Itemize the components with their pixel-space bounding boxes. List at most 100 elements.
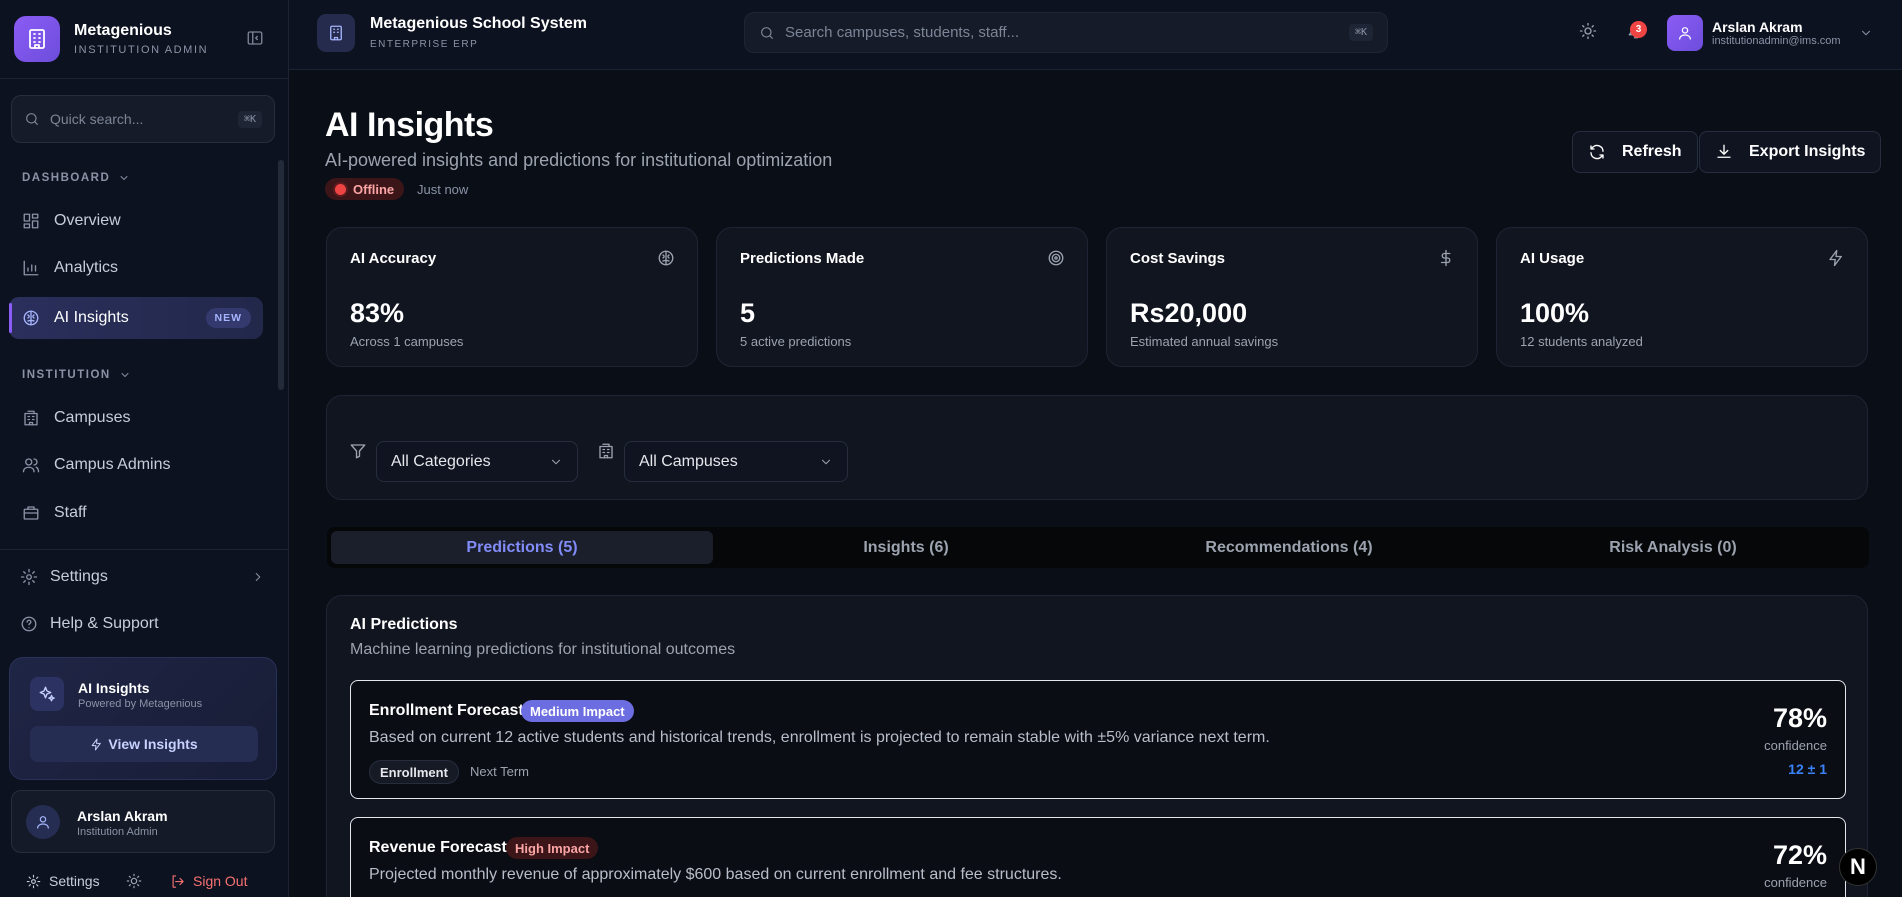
confidence-label: confidence — [1764, 738, 1827, 753]
impact-badge: Medium Impact — [521, 700, 634, 722]
ai-insights-promo-card: AI Insights Powered by Metagenious View … — [9, 657, 277, 780]
building-icon — [22, 409, 40, 427]
status-dot — [335, 183, 346, 195]
status-text: Offline — [353, 181, 395, 197]
sidebar-item-staff[interactable]: Staff — [9, 492, 263, 534]
chevron-down-icon[interactable] — [1859, 26, 1873, 40]
header-user-email: institutionadmin@ims.com — [1712, 35, 1841, 47]
status-timestamp: Just now — [417, 182, 469, 197]
section-dashboard[interactable]: DASHBOARD — [22, 172, 130, 184]
sidebar-settings-label: Settings — [50, 568, 108, 585]
gear-icon — [26, 874, 41, 889]
prediction-name: Enrollment Forecast — [369, 702, 524, 719]
search-icon — [759, 25, 775, 41]
sidebar-user-card[interactable]: Arslan Akram Institution Admin — [11, 790, 275, 853]
footer-settings-link[interactable]: Settings — [26, 873, 100, 889]
users-icon — [22, 456, 40, 474]
stat-title: Cost Savings — [1130, 250, 1226, 267]
view-insights-button[interactable]: View Insights — [30, 726, 258, 762]
section-institution-label: INSTITUTION — [22, 369, 111, 381]
avatar[interactable] — [1667, 15, 1703, 51]
sidebar-item-label: Staff — [54, 504, 87, 521]
status-badge: Offline — [325, 178, 405, 200]
chevron-down-icon — [819, 455, 833, 469]
search-icon — [24, 111, 40, 127]
sparkles-icon — [30, 677, 64, 711]
brain-icon — [657, 249, 675, 267]
dev-tools-button[interactable]: N — [1839, 848, 1877, 886]
brain-icon — [22, 309, 40, 327]
impact-badge: High Impact — [506, 837, 599, 859]
sidebar-item-analytics[interactable]: Analytics — [9, 247, 263, 289]
campus-select[interactable]: All Campuses — [624, 441, 848, 482]
predictions-panel: AI Predictions Machine learning predicti… — [326, 595, 1868, 897]
section-institution[interactable]: INSTITUTION — [22, 369, 131, 381]
refresh-button[interactable]: Refresh — [1572, 131, 1698, 173]
briefcase-icon — [22, 504, 40, 522]
stat-title: AI Usage — [1520, 250, 1585, 267]
sidebar-item-ai-insights[interactable]: AI Insights NEW — [9, 297, 263, 339]
header-user-name[interactable]: Arslan Akram — [1712, 19, 1803, 35]
view-insights-label: View Insights — [108, 736, 198, 752]
shortcut-hint: ⌘K — [1348, 24, 1373, 41]
sign-out-label: Sign Out — [193, 873, 248, 889]
sidebar-item-campuses[interactable]: Campuses — [9, 397, 263, 439]
insights-tabs: Predictions (5) Insights (6) Recommendat… — [327, 527, 1869, 568]
tab-predictions[interactable]: Predictions (5) — [331, 531, 713, 564]
sidebar-brand[interactable]: Metagenious INSTITUTION ADMIN — [14, 16, 208, 62]
user-name: Arslan Akram — [77, 808, 168, 824]
chevron-right-icon — [251, 570, 265, 584]
sidebar-search[interactable]: Quick search... ⌘K — [11, 95, 275, 143]
theme-toggle[interactable] — [126, 873, 142, 889]
shortcut-hint: ⌘K — [237, 110, 262, 128]
notification-count-badge: 3 — [1630, 21, 1647, 38]
chevron-down-icon — [549, 455, 563, 469]
stat-card-ai-accuracy: AI Accuracy 83% Across 1 campuses — [326, 227, 698, 367]
stat-card-predictions-made: Predictions Made 5 5 active predictions — [716, 227, 1088, 367]
download-icon — [1715, 143, 1733, 161]
stat-description: Across 1 campuses — [350, 334, 464, 349]
user-icon — [35, 814, 51, 830]
prediction-item[interactable]: Revenue Forecast High Impact Projected m… — [350, 817, 1846, 897]
confidence-label: confidence — [1764, 875, 1827, 890]
page-subtitle: AI-powered insights and predictions for … — [325, 150, 833, 170]
zap-icon — [90, 738, 103, 751]
sidebar-collapse-icon[interactable] — [246, 29, 264, 47]
sun-icon — [126, 873, 142, 889]
prediction-name: Revenue Forecast — [369, 839, 507, 856]
sun-icon[interactable] — [1579, 22, 1597, 40]
logout-icon — [170, 874, 185, 889]
category-select[interactable]: All Categories — [376, 441, 578, 482]
sign-out-link[interactable]: Sign Out — [170, 873, 247, 889]
brand-name: Metagenious — [74, 22, 172, 39]
help-icon — [20, 615, 38, 633]
dollar-icon — [1437, 249, 1455, 267]
sidebar-help[interactable]: Help & Support — [20, 615, 265, 633]
stat-title: Predictions Made — [740, 250, 865, 267]
zap-icon — [1827, 249, 1845, 267]
tab-recommendations[interactable]: Recommendations (4) — [1098, 531, 1480, 564]
avatar — [26, 805, 60, 839]
panel-subtitle: Machine learning predictions for institu… — [350, 641, 736, 658]
global-search-placeholder: Search campuses, students, staff... — [785, 24, 1020, 41]
global-search-input[interactable]: Search campuses, students, staff... ⌘K — [744, 12, 1388, 53]
user-role: Institution Admin — [77, 826, 158, 838]
sidebar-settings[interactable]: Settings — [20, 568, 265, 586]
target-icon — [1047, 249, 1065, 267]
prediction-item[interactable]: Enrollment Forecast Medium Impact Based … — [350, 680, 1846, 799]
prediction-description: Based on current 12 active students and … — [369, 729, 1270, 746]
sidebar-item-overview[interactable]: Overview — [9, 200, 263, 242]
tab-risk-analysis[interactable]: Risk Analysis (0) — [1482, 531, 1864, 564]
top-header: Metagenious School System ENTERPRISE ERP… — [289, 0, 1902, 70]
tab-insights[interactable]: Insights (6) — [715, 531, 1097, 564]
export-insights-button[interactable]: Export Insights — [1699, 131, 1882, 173]
chevron-down-icon — [119, 369, 131, 381]
building-icon — [14, 16, 60, 62]
stat-description: 5 active predictions — [740, 334, 852, 349]
sidebar-item-campus-admins[interactable]: Campus Admins — [9, 444, 263, 486]
stat-card-cost-savings: Cost Savings Rs20,000 Estimated annual s… — [1106, 227, 1478, 367]
sidebar-item-label: AI Insights — [54, 309, 129, 326]
sidebar-scrollbar[interactable] — [278, 160, 284, 390]
chevron-down-icon — [118, 172, 130, 184]
campus-select-value: All Campuses — [639, 452, 738, 470]
